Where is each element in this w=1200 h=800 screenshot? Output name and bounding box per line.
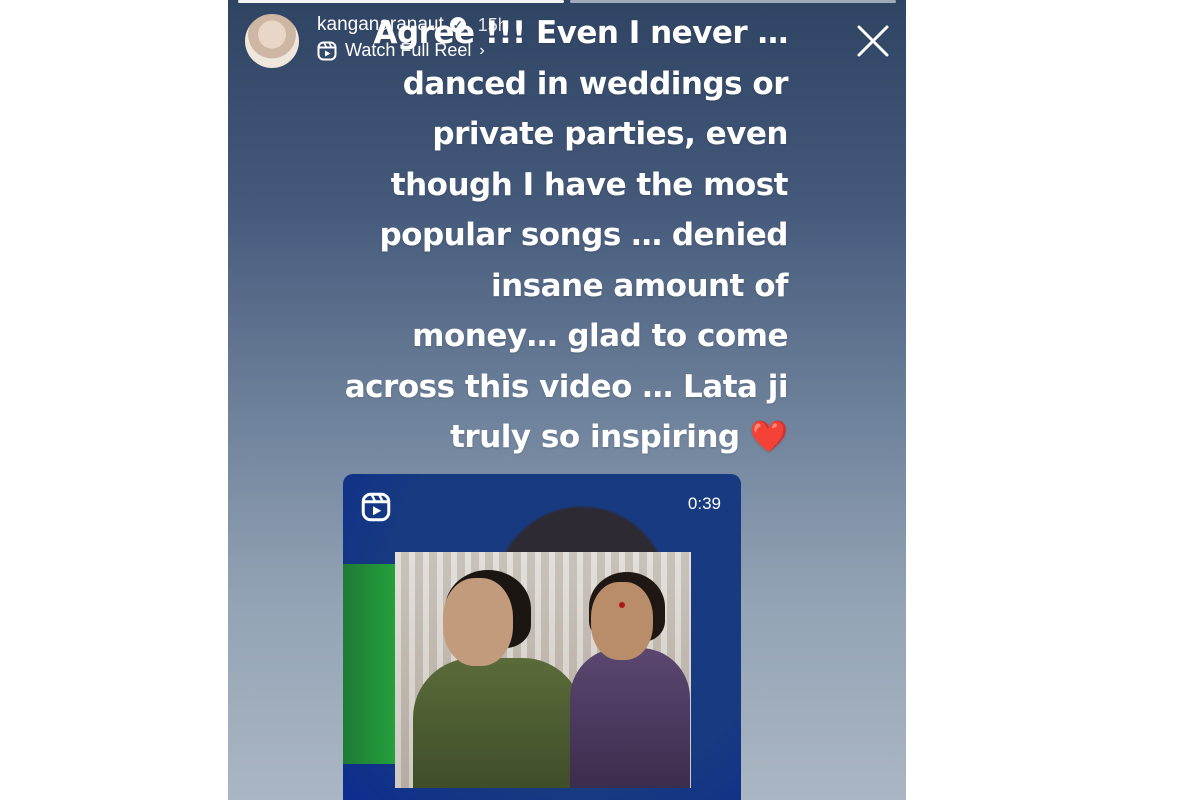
instagram-story[interactable]: kanganaranaut ✓ 15h Watch Full Reel › Ag… xyxy=(228,0,906,800)
story-progress-bar xyxy=(238,0,896,3)
caption-line: private parties, even xyxy=(432,116,788,152)
thumbnail-bindi xyxy=(619,602,625,608)
reel-background-green xyxy=(343,564,403,764)
story-caption: Agree !!! Even I never … danced in weddi… xyxy=(308,8,789,463)
caption-line: popular songs … denied xyxy=(379,217,788,253)
caption-line: money… glad to come xyxy=(412,318,788,354)
thumbnail-person-left xyxy=(413,658,583,788)
reel-duration: 0:39 xyxy=(687,494,721,513)
caption-line: though I have the most xyxy=(390,166,789,203)
close-icon xyxy=(857,25,889,57)
caption-line-last: truly so inspiring ❤️ xyxy=(308,412,788,463)
shared-reel-card[interactable]: 0:39 xyxy=(343,474,741,800)
close-button[interactable] xyxy=(854,22,892,60)
caption-line: across this video … Lata ji xyxy=(344,368,789,405)
reel-icon xyxy=(361,492,391,526)
progress-segment xyxy=(570,0,896,3)
caption-line: insane amount of xyxy=(490,267,789,304)
caption-line: danced in weddings or xyxy=(402,65,789,102)
thumbnail-person-left-face xyxy=(443,578,513,666)
progress-segment xyxy=(238,0,564,3)
avatar[interactable] xyxy=(245,14,299,68)
caption-line: truly so inspiring xyxy=(450,419,740,455)
reel-thumbnail xyxy=(395,552,691,788)
heart-icon: ❤️ xyxy=(749,419,789,455)
caption-line: Agree !!! Even I never … xyxy=(373,15,788,51)
thumbnail-person-right xyxy=(570,648,690,788)
page: kanganaranaut ✓ 15h Watch Full Reel › Ag… xyxy=(0,0,1200,800)
thumbnail-person-right-face xyxy=(591,582,653,660)
